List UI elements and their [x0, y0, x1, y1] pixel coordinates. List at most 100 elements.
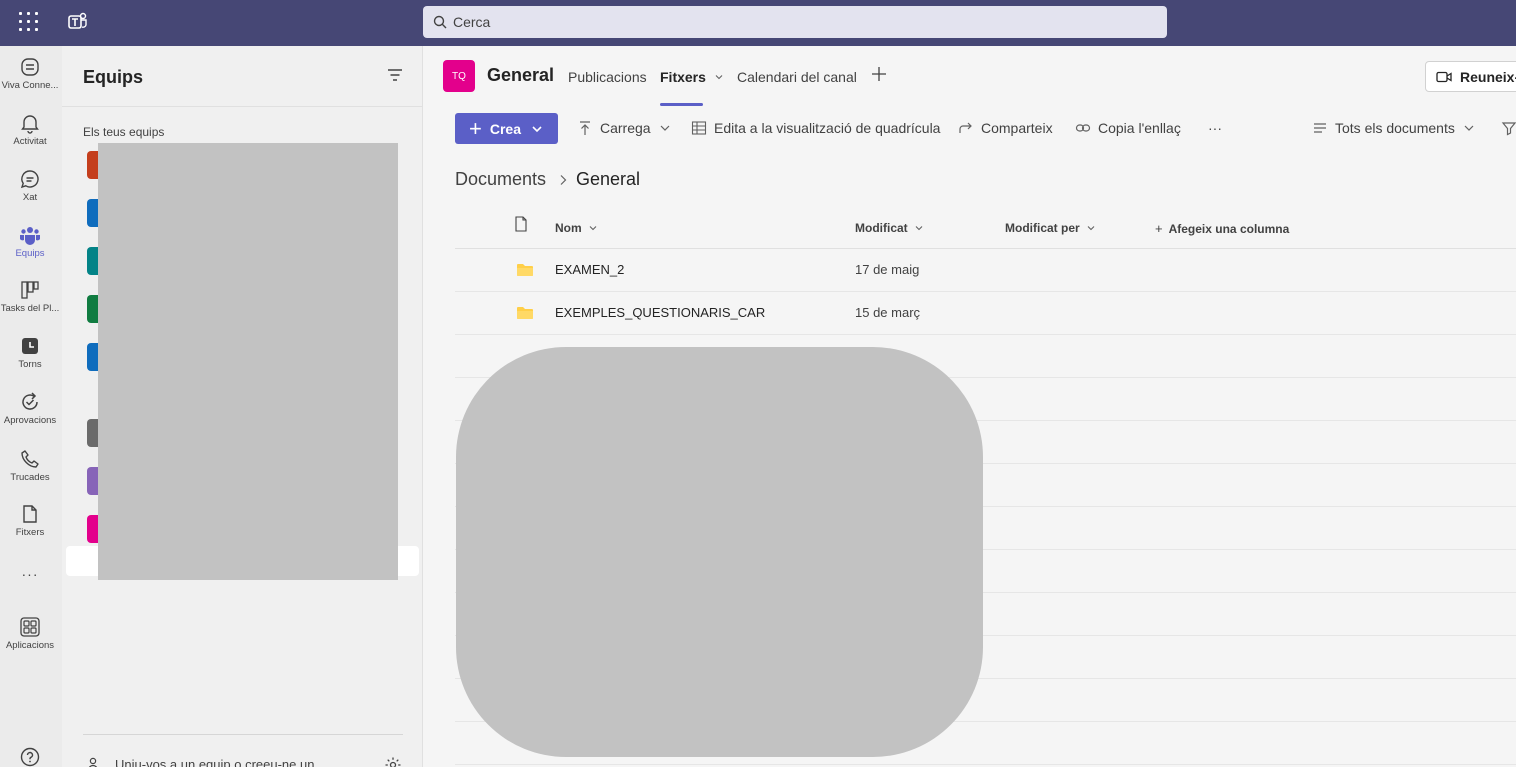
more-commands-icon[interactable]: ··· [1208, 120, 1222, 136]
link-icon [1075, 124, 1091, 132]
add-column-label: Afegeix una columna [1168, 221, 1290, 236]
filter-icon[interactable] [386, 68, 404, 82]
chevron-down-icon [715, 75, 723, 80]
rail-item-calls[interactable]: Trucades [0, 444, 60, 496]
main-content: TQ General Publicacions Fitxers Calendar… [424, 46, 1516, 767]
search-box[interactable] [423, 6, 1167, 38]
chevron-right-icon [560, 175, 567, 185]
share-icon [959, 122, 972, 133]
channel-avatar: TQ [443, 60, 475, 92]
rail-item-teams[interactable]: Equips [0, 220, 60, 272]
rail-item-more[interactable]: ··· [0, 566, 60, 618]
file-name[interactable]: EXEMPLES_QUESTIONARIS_CAR [555, 305, 765, 320]
people-add-icon [88, 757, 98, 767]
column-header-name[interactable]: Nom [555, 221, 598, 235]
rail-label: Tasks del Pl... [0, 303, 60, 314]
chevron-down-icon [532, 125, 542, 132]
create-label: Crea [489, 120, 521, 137]
channel-name: General [487, 65, 555, 85]
list-icon [1314, 123, 1326, 133]
rail-label: Aplicacions [5, 640, 55, 651]
meet-button[interactable]: Reuneix- [1425, 61, 1516, 92]
rail-label: Aprovacions [3, 415, 57, 426]
section-label: Els teus equips [83, 125, 165, 139]
rail-label: Trucades [10, 472, 50, 483]
tab-calendar[interactable]: Calendari del canal [737, 69, 857, 85]
chat-icon [20, 170, 39, 189]
grid-edit-button[interactable]: Edita a la visualització de quadrícula [691, 120, 940, 136]
app-rail: Viva Conne... Activitat Xat Equips Tasks… [0, 46, 62, 767]
column-header-modified[interactable]: Modificat [855, 221, 924, 235]
share-button[interactable]: Comparteix [958, 120, 1053, 136]
grid-icon [691, 121, 707, 135]
column-header-label: Nom [555, 221, 582, 235]
teams-logo-icon [68, 12, 87, 29]
rail-label: Viva Conne... [1, 80, 59, 91]
rail-label: Xat [22, 192, 38, 203]
view-selector[interactable]: Tots els documents [1312, 120, 1475, 136]
search-input[interactable] [453, 14, 1053, 30]
rail-item-tasks[interactable]: Tasks del Pl... [0, 275, 60, 327]
rail-label: Fitxers [15, 527, 45, 538]
approvals-icon [22, 392, 38, 410]
tab-posts[interactable]: Publicacions [568, 69, 647, 85]
phone-icon [21, 450, 39, 468]
file-type-icon[interactable] [514, 216, 528, 232]
rail-item-viva-connections[interactable]: Viva Conne... [0, 52, 60, 104]
chevron-down-icon [660, 125, 670, 131]
breadcrumb-root[interactable]: Documents [455, 169, 546, 190]
file-name[interactable]: EXAMEN_2 [555, 262, 624, 277]
add-tab-icon[interactable] [871, 66, 887, 82]
plus-icon: + [469, 115, 482, 141]
upload-button[interactable]: Carrega [577, 120, 671, 136]
filter-icon [1501, 122, 1516, 136]
column-header-label: Modificat [855, 221, 908, 235]
teams-panel: Equips Els teus equips Uniu-vos a un equ… [62, 46, 423, 767]
copy-link-label: Copia l'enllaç [1098, 120, 1181, 136]
filter-button[interactable] [1501, 120, 1516, 136]
divider [83, 734, 403, 735]
more-icon: ··· [21, 566, 39, 582]
rail-item-chat[interactable]: Xat [0, 164, 60, 216]
chevron-down-icon [915, 226, 923, 231]
folder-icon [517, 264, 533, 276]
app-launcher-icon[interactable] [19, 12, 39, 32]
chevron-down-icon [589, 226, 597, 231]
rail-item-apps[interactable]: Aplicacions [0, 612, 60, 664]
copy-link-button[interactable]: Copia l'enllaç [1075, 120, 1181, 136]
chevron-down-icon [1087, 226, 1095, 231]
rail-item-activity[interactable]: Activitat [0, 108, 60, 160]
search-icon [433, 15, 447, 29]
redacted-region [456, 347, 983, 757]
upload-label: Carrega [600, 120, 651, 136]
gear-icon[interactable] [384, 756, 402, 767]
breadcrumb-current: General [576, 169, 641, 189]
rail-item-approvals[interactable]: Aprovacions [0, 387, 60, 439]
modified-date: 17 de maig [855, 262, 920, 277]
join-team-label: Uniu-vos a un equip o creeu-ne un [115, 756, 315, 767]
bell-icon [21, 115, 39, 134]
video-icon [1436, 71, 1452, 82]
table-row[interactable]: EXEMPLES_QUESTIONARIS_CAR 15 de març [455, 292, 1516, 335]
column-header-label: Modificat per [1005, 221, 1080, 235]
join-team-link[interactable]: Uniu-vos a un equip o creeu-ne un [87, 756, 314, 767]
rail-item-help[interactable] [0, 742, 60, 767]
tab-files[interactable]: Fitxers [660, 69, 724, 85]
upload-icon [580, 121, 590, 135]
column-header-modified-by[interactable]: Modificat per [1005, 221, 1096, 235]
file-icon [23, 505, 37, 523]
modified-date: 15 de març [855, 305, 921, 320]
plus-icon: + [1155, 221, 1163, 236]
add-column-button[interactable]: + Afegeix una columna [1155, 221, 1289, 236]
rail-label: Activitat [13, 136, 47, 147]
table-row[interactable]: EXAMEN_2 17 de maig [455, 249, 1516, 292]
rail-item-files[interactable]: Fitxers [0, 499, 60, 551]
top-bar [0, 0, 1516, 46]
view-label: Tots els documents [1335, 120, 1455, 136]
teams-icon [20, 227, 40, 245]
chevron-down-icon [1464, 125, 1474, 131]
redacted-region [98, 143, 398, 580]
create-button[interactable]: + Crea [455, 113, 558, 144]
rail-item-shifts[interactable]: Torns [0, 331, 60, 383]
grid-edit-label: Edita a la visualització de quadrícula [714, 120, 941, 136]
